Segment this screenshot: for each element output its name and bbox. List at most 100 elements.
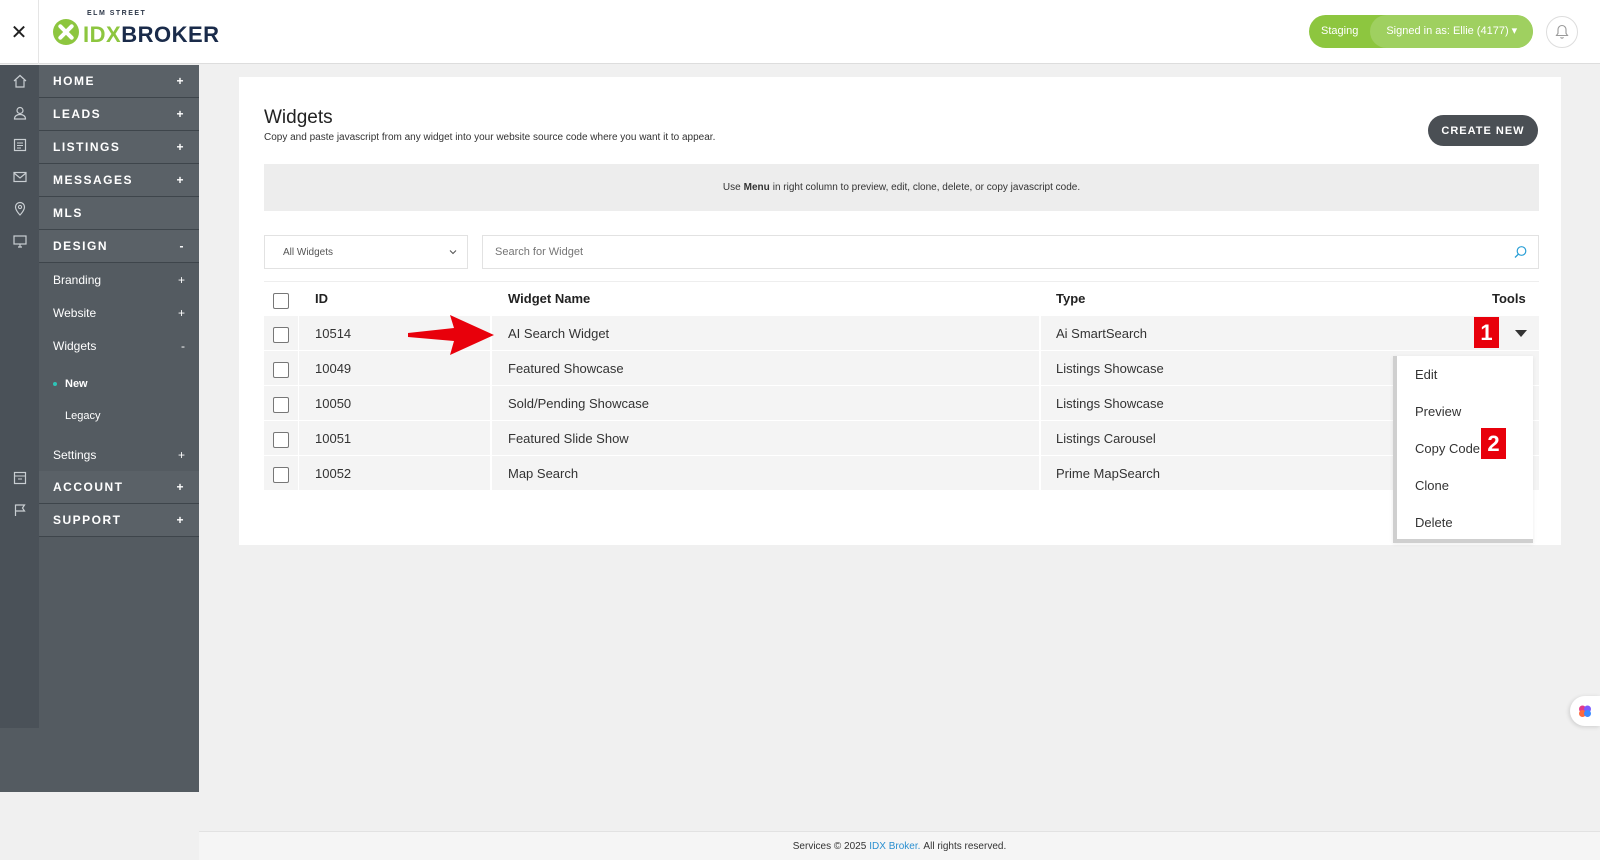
table-row[interactable]: 10050 Sold/Pending Showcase Listings Sho…	[264, 386, 1539, 421]
logo-wordmark: IDXBROKER	[83, 22, 220, 47]
row-id: 10049	[315, 360, 352, 376]
monitor-icon[interactable]	[12, 233, 28, 249]
row-type: Ai SmartSearch	[1056, 325, 1148, 341]
logo-x-icon	[53, 19, 79, 45]
row-type: Listings Showcase	[1056, 360, 1164, 376]
collapse-icon: -	[181, 338, 185, 353]
user-icon[interactable]	[12, 105, 28, 121]
page-title: Widgets	[264, 107, 333, 128]
row-id: 10050	[315, 395, 352, 411]
logo-tagline: ELM STREET	[87, 10, 147, 17]
mail-icon[interactable]	[12, 169, 28, 185]
page-subtitle: Copy and paste javascript from any widge…	[264, 132, 716, 143]
account-icon[interactable]	[12, 470, 28, 486]
menu-item-preview[interactable]: Preview	[1397, 393, 1533, 430]
flag-icon[interactable]	[12, 502, 28, 518]
row-widget-name: Sold/Pending Showcase	[508, 395, 649, 411]
sidebar-item-leads[interactable]: LEADS +	[39, 98, 199, 131]
chevron-down-icon: ▾	[1511, 25, 1518, 37]
sidebar-item-mls[interactable]: MLS	[39, 197, 199, 230]
widgets-card: Widgets Copy and paste javascript from a…	[239, 77, 1561, 545]
tools-dropdown-menu: Edit Preview Copy Code Clone Delete	[1393, 356, 1533, 543]
row-widget-name: AI Search Widget	[508, 325, 610, 341]
header-widget-name: Widget Name	[508, 291, 591, 306]
header-id: ID	[315, 291, 328, 306]
listings-icon[interactable]	[12, 137, 28, 153]
sidebar-item-support[interactable]: SUPPORT +	[39, 504, 199, 537]
active-dot-icon	[53, 382, 57, 386]
table-row[interactable]: 10052 Map Search Prime MapSearch	[264, 456, 1539, 491]
row-checkbox[interactable]	[273, 397, 289, 413]
row-checkbox[interactable]	[273, 467, 289, 483]
row-type: Listings Showcase	[1056, 395, 1164, 411]
close-icon[interactable]: ✕	[11, 20, 28, 45]
rail-footer	[0, 728, 39, 792]
account-menu-button[interactable]: Signed in as: Ellie (4177) ▾	[1370, 15, 1534, 48]
top-bar: ✕ ELM STREET IDXBROKER Staging Signed in…	[0, 0, 1600, 64]
sidebar-item-legacy[interactable]: Legacy	[39, 400, 199, 432]
page-footer: Services © 2025 IDX Broker. All rights r…	[199, 831, 1600, 860]
notifications-button[interactable]	[1546, 16, 1578, 48]
sidebar-item-messages[interactable]: MESSAGES +	[39, 164, 199, 197]
row-type: Prime MapSearch	[1056, 465, 1161, 481]
chevron-down-icon	[449, 250, 457, 255]
create-new-button[interactable]: CREATE NEW	[1428, 115, 1538, 146]
sidebar-item-widgets[interactable]: Widgets -	[39, 329, 199, 362]
expand-icon: +	[176, 173, 185, 187]
annotation-badge-2: 2	[1481, 428, 1506, 459]
select-all-checkbox[interactable]	[273, 293, 289, 309]
annotation-badge-1: 1	[1474, 317, 1499, 348]
expand-icon: +	[177, 447, 185, 462]
row-id: 10051	[315, 430, 352, 446]
search-field[interactable]	[482, 235, 1539, 269]
search-icon[interactable]	[1513, 245, 1528, 260]
expand-icon: +	[176, 74, 185, 88]
sidebar-item-branding[interactable]: Branding +	[39, 263, 199, 296]
bell-icon	[1555, 24, 1569, 39]
expand-icon: +	[176, 107, 185, 121]
table-row[interactable]: 10051 Featured Slide Show Listings Carou…	[264, 421, 1539, 456]
header-tools: Tools	[1492, 291, 1526, 306]
sidebar-item-listings[interactable]: LISTINGS +	[39, 131, 199, 164]
sidebar-item-new[interactable]: New	[39, 368, 199, 400]
map-pin-icon[interactable]	[12, 201, 28, 217]
row-checkbox[interactable]	[273, 432, 289, 448]
brain-icon	[1579, 705, 1591, 717]
expand-icon: +	[176, 480, 185, 494]
pointer-arrow-icon	[408, 315, 494, 355]
sidebar-item-website[interactable]: Website +	[39, 296, 199, 329]
row-checkbox[interactable]	[273, 327, 289, 343]
expand-icon: +	[177, 272, 185, 287]
home-icon[interactable]	[12, 73, 28, 89]
row-widget-name: Featured Slide Show	[508, 430, 629, 446]
row-widget-name: Featured Showcase	[508, 360, 624, 376]
expand-icon: +	[177, 305, 185, 320]
menu-item-delete[interactable]: Delete	[1397, 504, 1533, 541]
sidebar-item-design[interactable]: DESIGN -	[39, 230, 199, 263]
sidebar-nav: HOME + LEADS + LISTINGS + MESSAGES + MLS DES…	[39, 65, 199, 792]
environment-pill: Staging Signed in as: Ellie (4177) ▾	[1309, 15, 1534, 48]
sidebar-item-account[interactable]: ACCOUNT +	[39, 471, 199, 504]
staging-label: Staging	[1321, 25, 1359, 37]
row-checkbox[interactable]	[273, 362, 289, 378]
widget-filter-select[interactable]: All Widgets	[264, 235, 468, 269]
table-header: ID Widget Name Type Tools	[264, 281, 1539, 316]
expand-icon: +	[176, 513, 185, 527]
menu-item-clone[interactable]: Clone	[1397, 467, 1533, 504]
row-widget-name: Map Search	[508, 465, 579, 481]
expand-icon: +	[176, 140, 185, 154]
close-menu-button[interactable]: ✕	[0, 0, 39, 64]
icon-rail	[0, 65, 39, 728]
sidebar-item-settings[interactable]: Settings +	[39, 438, 199, 471]
idx-broker-logo[interactable]: ELM STREET IDXBROKER	[53, 10, 220, 48]
collapse-icon: -	[179, 239, 185, 253]
idx-broker-link[interactable]: IDX Broker.	[869, 841, 920, 852]
search-input[interactable]	[483, 236, 1538, 268]
menu-item-copy-code[interactable]: Copy Code	[1397, 430, 1533, 467]
row-id: 10514	[315, 325, 352, 341]
sidebar-item-home[interactable]: HOME +	[39, 65, 199, 98]
info-banner: Use Menu in right column to preview, edit,…	[264, 164, 1539, 211]
menu-item-edit[interactable]: Edit	[1397, 356, 1533, 393]
tools-menu-caret-icon[interactable]	[1515, 330, 1527, 337]
assistant-widget-button[interactable]	[1570, 696, 1600, 726]
